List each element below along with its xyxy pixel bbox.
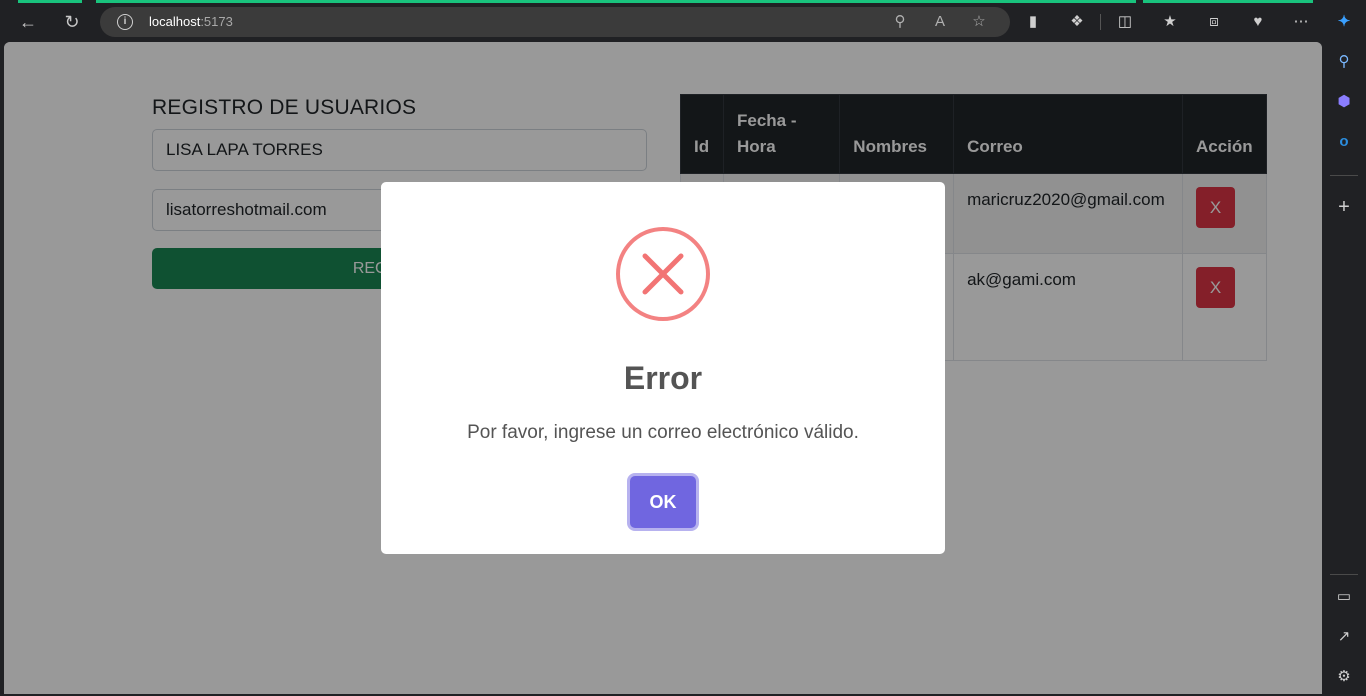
browser-toolbar: ← ↻ i localhost:5173 ⚲ A ☆ ▮ ❖ ◫ ★ ⧈ ♥ ⋯… bbox=[0, 0, 1366, 42]
outlook-icon[interactable]: o bbox=[1333, 131, 1355, 153]
read-aloud-icon[interactable]: A bbox=[930, 12, 950, 32]
reading-view-icon[interactable]: ▮ bbox=[1022, 11, 1044, 33]
sidebar-divider bbox=[1330, 175, 1358, 176]
more-menu-icon[interactable]: ⋯ bbox=[1290, 11, 1312, 33]
settings-gear-icon[interactable]: ⚙ bbox=[1333, 666, 1355, 688]
refresh-icon[interactable]: ↻ bbox=[61, 11, 83, 33]
page-viewport: REGISTRO DE USUARIOS LISA LAPA TORRES li… bbox=[4, 42, 1322, 694]
error-dialog: Error Por favor, ingrese un correo elect… bbox=[381, 182, 945, 554]
loading-bar-end bbox=[1143, 0, 1313, 3]
extensions-icon[interactable]: ❖ bbox=[1066, 11, 1088, 33]
search-icon[interactable]: ⚲ bbox=[1333, 51, 1355, 73]
site-info-icon[interactable]: i bbox=[117, 14, 133, 30]
dialog-title: Error bbox=[623, 360, 703, 396]
copilot-sidebar-icon[interactable]: ⬢ bbox=[1333, 91, 1355, 113]
ok-button[interactable]: OK bbox=[630, 476, 696, 528]
address-bar[interactable]: i localhost:5173 ⚲ A ☆ bbox=[100, 7, 1010, 37]
zoom-icon[interactable]: ⚲ bbox=[890, 12, 910, 32]
copilot-icon[interactable]: ✦ bbox=[1333, 11, 1355, 33]
collections-icon[interactable]: ⧈ bbox=[1203, 11, 1225, 33]
favorite-star-icon[interactable]: ☆ bbox=[969, 12, 989, 32]
loading-bar-main bbox=[96, 0, 1136, 3]
sidebar-panel-icon[interactable]: ▭ bbox=[1333, 586, 1355, 608]
sidebar-divider-bottom bbox=[1330, 574, 1358, 575]
favorites-icon[interactable]: ★ bbox=[1159, 11, 1181, 33]
add-icon[interactable]: + bbox=[1333, 196, 1355, 218]
url-text[interactable]: localhost:5173 bbox=[149, 14, 233, 29]
browser-sidebar: ⚲ ⬢ o + ▭ ↗ ⚙ bbox=[1322, 42, 1366, 696]
error-x-icon bbox=[616, 227, 710, 321]
performance-icon[interactable]: ♥ bbox=[1247, 11, 1269, 33]
back-icon[interactable]: ← bbox=[17, 11, 39, 33]
dialog-message: Por favor, ingrese un correo electrónico… bbox=[467, 422, 859, 443]
toolbar-divider bbox=[1100, 14, 1101, 30]
split-screen-icon[interactable]: ◫ bbox=[1114, 11, 1136, 33]
external-link-icon[interactable]: ↗ bbox=[1333, 626, 1355, 648]
loading-bar bbox=[18, 0, 82, 3]
